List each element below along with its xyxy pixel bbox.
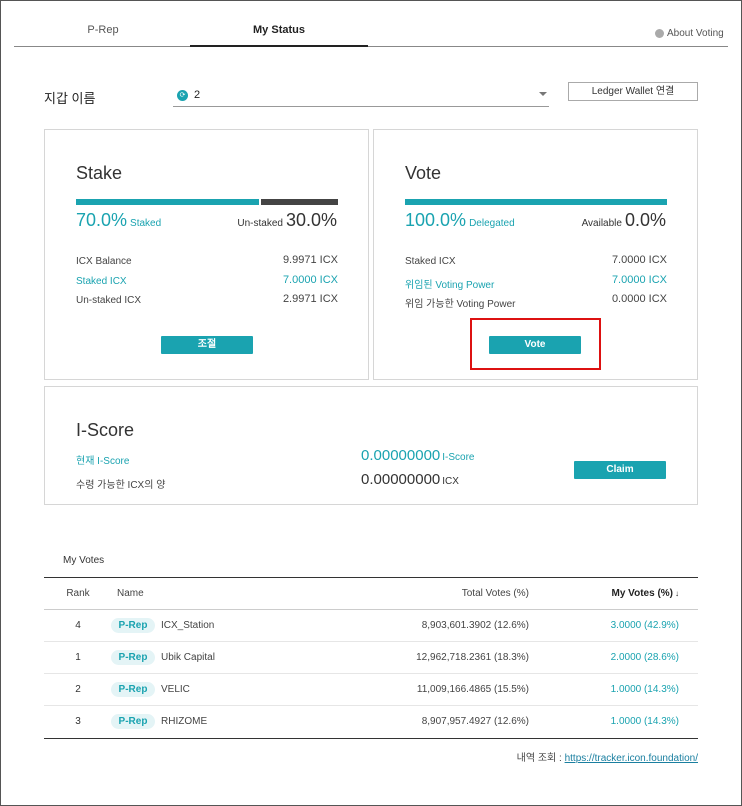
p-rep-badge: P-Rep bbox=[111, 618, 155, 633]
about-voting-link[interactable]: About Voting bbox=[655, 28, 724, 39]
unstaked-percent: Un-staked 30.0% bbox=[237, 210, 337, 230]
col-my-votes[interactable]: My Votes (%) ↓ bbox=[612, 588, 680, 599]
stake-progress-bar bbox=[76, 199, 338, 205]
receivable-icx-row: 수령 가능한 ICX의 양 0.00000000 ICX bbox=[76, 471, 459, 491]
table-row[interactable]: 4 P-Rep ICX_Station 8,903,601.3902 (12.6… bbox=[44, 610, 698, 642]
tab-bar: P-Rep My Status bbox=[14, 16, 728, 47]
vote-button-highlight bbox=[470, 318, 601, 370]
about-voting-label: About Voting bbox=[667, 28, 724, 39]
vote-progress-fill bbox=[405, 199, 667, 205]
p-rep-badge: P-Rep bbox=[111, 650, 155, 665]
col-name: Name bbox=[117, 588, 144, 599]
ledger-wallet-button[interactable]: Ledger Wallet 연결 bbox=[568, 82, 698, 101]
delegated-percent: 100.0% Delegated bbox=[405, 210, 515, 230]
col-total-votes: Total Votes (%) bbox=[461, 588, 529, 599]
stake-title: Stake bbox=[76, 163, 123, 183]
wallet-icon: ⟳ bbox=[177, 90, 188, 101]
staked-icx-row: Staked ICX 7.0000 ICX bbox=[76, 274, 338, 287]
table-row[interactable]: 2 P-Rep VELIC 11,009,166.4865 (15.5%) 1.… bbox=[44, 674, 698, 706]
wallet-select[interactable]: ⟳ 2 bbox=[173, 84, 549, 107]
table-header: Rank Name Total Votes (%) My Votes (%) ↓ bbox=[44, 578, 698, 610]
my-votes-title: My Votes bbox=[63, 555, 105, 566]
available-voting-power-row: 위임 가능한 Voting Power 0.0000 ICX bbox=[405, 293, 667, 310]
history-footer: 내역 조회 : https://tracker.icon.foundation/ bbox=[517, 749, 698, 764]
my-votes-table: Rank Name Total Votes (%) My Votes (%) ↓ … bbox=[44, 577, 698, 739]
info-icon bbox=[655, 29, 664, 38]
tracker-link[interactable]: https://tracker.icon.foundation/ bbox=[565, 753, 698, 764]
current-iscore-row: 현재 I-Score 0.00000000 I-Score bbox=[76, 447, 475, 467]
p-rep-badge: P-Rep bbox=[111, 682, 155, 697]
vote-progress-bar bbox=[405, 199, 667, 205]
adjust-stake-button[interactable]: 조절 bbox=[161, 336, 253, 354]
col-rank: Rank bbox=[66, 588, 90, 599]
chevron-down-icon bbox=[539, 92, 547, 96]
vote-title: Vote bbox=[405, 163, 442, 183]
iscore-card: I-Score 현재 I-Score 0.00000000 I-Score 수령 … bbox=[44, 386, 698, 505]
wallet-name-label: 지갑 이름 bbox=[44, 91, 96, 106]
iscore-title: I-Score bbox=[76, 420, 135, 440]
staked-percent: 70.0% Staked bbox=[76, 210, 162, 230]
p-rep-badge: P-Rep bbox=[111, 714, 155, 729]
sort-arrow-icon: ↓ bbox=[675, 589, 679, 598]
stake-progress-rest bbox=[261, 199, 338, 205]
tab-p-rep[interactable]: P-Rep bbox=[14, 16, 192, 47]
history-label: 내역 조회 : bbox=[516, 753, 562, 764]
stake-card: Stake 70.0% Staked Un-staked 30.0% ICX Bal… bbox=[44, 129, 369, 380]
claim-button[interactable]: Claim bbox=[574, 461, 666, 479]
tab-my-status[interactable]: My Status bbox=[190, 16, 368, 47]
stake-progress-fill bbox=[76, 199, 260, 205]
table-row[interactable]: 1 P-Rep Ubik Capital 12,962,718.2361 (18… bbox=[44, 642, 698, 674]
vote-staked-icx-row: Staked ICX 7.0000 ICX bbox=[405, 254, 667, 267]
delegated-voting-power-row: 위임된 Voting Power 7.0000 ICX bbox=[405, 274, 667, 291]
icx-balance-row: ICX Balance 9.9971 ICX bbox=[76, 254, 338, 267]
available-percent: Available 0.0% bbox=[581, 210, 666, 230]
unstaked-icx-row: Un-staked ICX 2.9971 ICX bbox=[76, 293, 338, 306]
wallet-selected-value: 2 bbox=[194, 89, 201, 101]
table-row[interactable]: 3 P-Rep RHIZOME 8,907,957.4927 (12.6%) 1… bbox=[44, 706, 698, 738]
